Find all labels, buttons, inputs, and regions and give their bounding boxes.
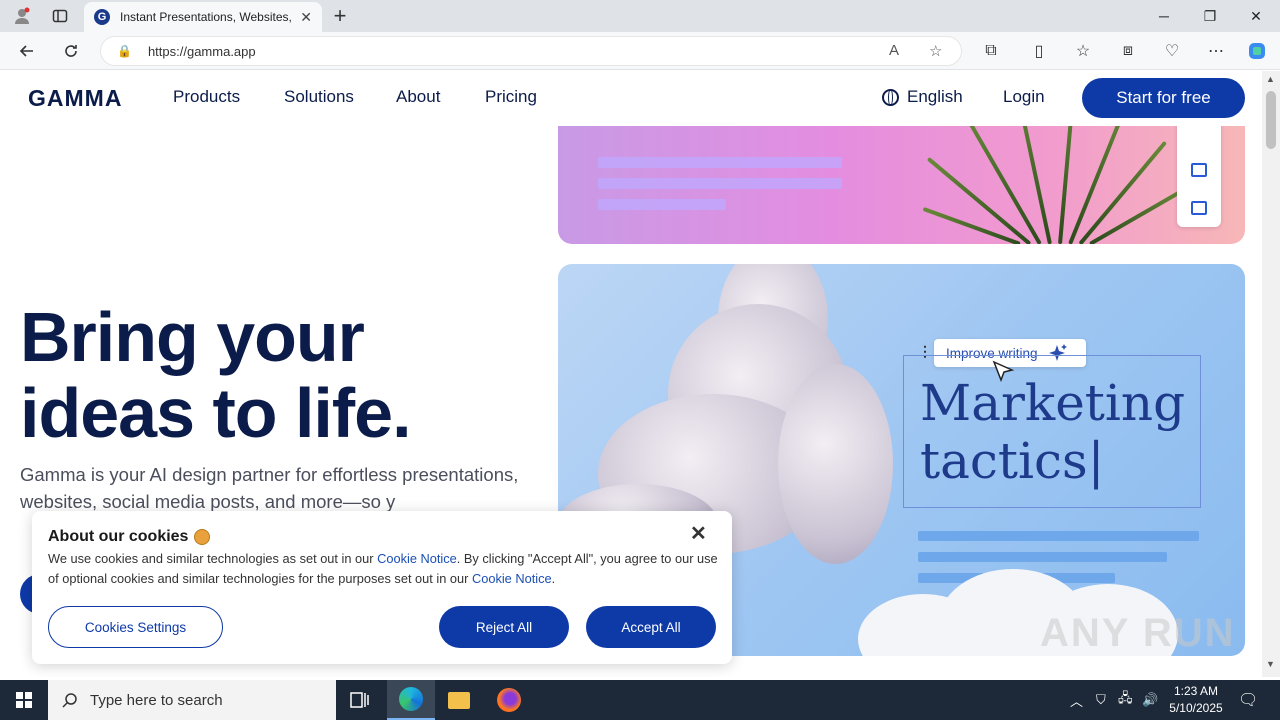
task-view-icon[interactable] (336, 680, 384, 720)
anyrun-watermark: ANY RUN (1040, 611, 1236, 655)
globe-icon (882, 88, 899, 106)
nav-pricing[interactable]: Pricing (485, 87, 537, 107)
card-layout-icon[interactable] (1191, 163, 1207, 177)
favorite-star-icon[interactable]: ☆ (929, 42, 942, 60)
windows-taskbar: Type here to search ︿ ⛉ 🖧 🔊 1:23 AM 5/10… (0, 680, 1280, 720)
scroll-up-icon[interactable]: ▲ (1266, 74, 1275, 84)
nav-solutions[interactable]: Solutions (284, 87, 354, 107)
search-icon (62, 693, 77, 708)
login-link[interactable]: Login (1003, 87, 1045, 107)
hero-subtitle: Gamma is your AI design partner for effo… (20, 464, 519, 512)
gamma-favicon-icon: G (94, 9, 110, 25)
scrollbar-thumb[interactable] (1266, 91, 1276, 149)
marketing-heading-line1: Marketing (920, 374, 1186, 432)
accept-all-button[interactable]: Accept All (586, 606, 716, 648)
favorites-icon[interactable]: ☆ (1070, 39, 1096, 63)
clock-date: 5/10/2025 (1169, 701, 1223, 715)
close-window-icon[interactable]: ✕ (1236, 4, 1276, 28)
page-scrollbar[interactable]: ▲ ▼ (1262, 71, 1280, 677)
minimize-icon[interactable]: ─ (1144, 4, 1184, 28)
cookie-notice-link[interactable]: Cookie Notice (472, 571, 552, 586)
split-screen-icon[interactable]: ▯ (1026, 39, 1052, 63)
cookie-consent-dialog: About our cookies ✕ We use cookies and s… (32, 511, 732, 664)
clock-time: 1:23 AM (1173, 684, 1219, 698)
restore-icon[interactable]: ❐ (1190, 4, 1230, 28)
start-button[interactable] (0, 680, 48, 720)
close-tab-icon[interactable]: ✕ (300, 9, 312, 26)
browser-tab-bar: G Instant Presentations, Websites, a ✕ +… (0, 0, 1280, 32)
show-hidden-icons[interactable]: ︿ (1070, 680, 1083, 720)
security-icon[interactable]: ⛉ (1096, 680, 1106, 720)
network-icon[interactable]: 🖧 (1118, 680, 1133, 720)
refresh-icon[interactable] (58, 39, 84, 63)
lock-icon[interactable]: 🔒 (117, 44, 132, 58)
start-for-free-button[interactable]: Start for free (1082, 78, 1245, 118)
system-clock[interactable]: 1:23 AM 5/10/2025 (1164, 683, 1228, 717)
text-placeholder-bar (918, 531, 1199, 541)
back-icon[interactable] (14, 39, 40, 63)
new-tab-icon[interactable]: + (328, 3, 352, 28)
address-toolbar: 🔒 https://gamma.app A ☆ ⧉ ▯ ☆ ⧈ ♡ ⋯ (0, 32, 1280, 70)
marketing-heading: Marketing tactics| (920, 374, 1185, 490)
close-icon[interactable]: ✕ (690, 521, 707, 546)
read-aloud-icon[interactable]: A (889, 42, 899, 59)
browser-tab-gamma[interactable]: G Instant Presentations, Websites, a ✕ (84, 2, 322, 32)
edit-card-icon[interactable] (1191, 201, 1207, 215)
file-explorer-icon[interactable] (435, 680, 483, 720)
web-page: ⋮ Improve writing Marketing tactics| GAM… (0, 71, 1262, 677)
cookie-dialog-title: About our cookies (48, 528, 211, 546)
firefox-icon[interactable] (485, 680, 533, 720)
windows-logo-icon (16, 692, 32, 708)
url-field[interactable]: 🔒 https://gamma.app A ☆ (100, 36, 962, 66)
text-placeholder-bar (598, 178, 842, 189)
text-placeholder-bar (598, 199, 726, 210)
editor-side-toolbar (1177, 117, 1221, 227)
language-selector[interactable]: English (882, 87, 963, 107)
language-label: English (907, 87, 963, 106)
scroll-down-icon[interactable]: ▼ (1266, 659, 1275, 669)
copilot-icon[interactable] (1244, 39, 1270, 63)
hero-heading-line2: ideas to life. (20, 374, 412, 452)
reject-all-button[interactable]: Reject All (439, 606, 569, 648)
cookies-settings-button[interactable]: Cookies Settings (48, 606, 223, 648)
text-placeholder-bar (598, 157, 842, 168)
cookie-dialog-body: We use cookies and similar technologies … (48, 551, 718, 586)
plant-leaf (961, 110, 1042, 244)
tab-title: Instant Presentations, Websites, a (120, 10, 295, 24)
volume-icon[interactable]: 🔊 (1142, 680, 1158, 720)
browser-essentials-icon[interactable]: ♡ (1159, 39, 1185, 63)
profile-icon[interactable] (10, 4, 34, 28)
text-placeholder-bar (918, 552, 1167, 562)
more-menu-icon[interactable]: ⋯ (1203, 39, 1229, 63)
edge-taskbar-icon[interactable] (387, 680, 435, 720)
taskbar-search[interactable]: Type here to search (48, 680, 336, 720)
cookie-icon (194, 529, 211, 545)
nav-about[interactable]: About (396, 87, 440, 107)
cloud-hand-shape (778, 364, 893, 564)
gamma-logo[interactable]: GAMMA (28, 85, 122, 112)
site-header: GAMMA Products Solutions About Pricing E… (0, 71, 1262, 126)
hero-heading: Bring your ideas to life. (20, 298, 412, 452)
nav-products[interactable]: Products (173, 87, 240, 107)
search-placeholder: Type here to search (90, 691, 223, 709)
hero-heading-line1: Bring your (20, 298, 365, 376)
url-text: https://gamma.app (147, 43, 256, 59)
notifications-icon[interactable]: 🗨 (1238, 680, 1258, 720)
marketing-heading-line2: tactics| (920, 432, 1105, 490)
cookie-notice-link[interactable]: Cookie Notice (377, 551, 457, 566)
extensions-icon[interactable]: ⧉ (978, 39, 1004, 63)
tab-actions-icon[interactable] (48, 4, 72, 28)
collections-icon[interactable]: ⧈ (1115, 39, 1141, 63)
